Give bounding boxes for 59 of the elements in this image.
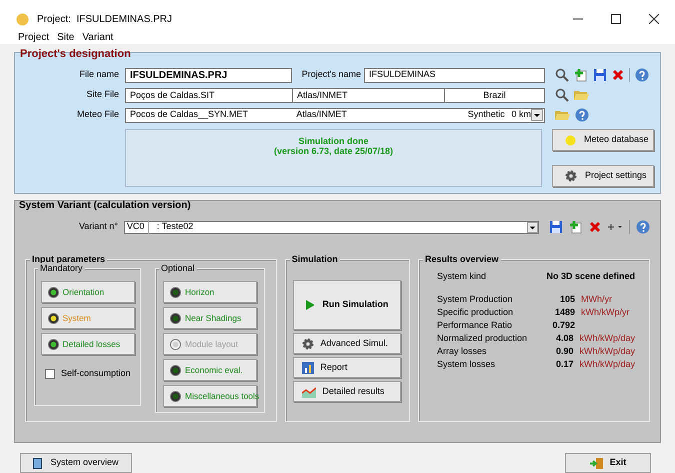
simulation-button[interactable]: Report (293, 357, 402, 378)
field-label: File name (78, 68, 120, 82)
project-button[interactable]: Project settings (552, 165, 654, 187)
result-label: System kind (437, 270, 486, 283)
field-label: Project's name (300, 68, 362, 82)
result-label: Array losses (437, 345, 488, 358)
result-value: 1489 (554, 306, 575, 320)
source-cell: Atlas/INMET (293, 88, 445, 102)
result-label: Performance Ratio (437, 319, 514, 332)
field-label: Meteo File (76, 108, 120, 122)
project-button[interactable]: Meteo database (552, 129, 654, 151)
parameter-button[interactable]: Orientation (40, 281, 134, 303)
meteo-file-dropdown[interactable]: Pocos de Caldas__SYN.MET Atlas/INMET Synthetic 0 km (125, 108, 545, 122)
simulation-button[interactable]: Advanced Simul. (293, 333, 402, 354)
variant-dropdown[interactable]: VC0 : Teste02 (124, 220, 539, 234)
field-label: Site File (85, 88, 120, 102)
project-name-field[interactable]: IFSULDEMINAS (364, 68, 545, 82)
panel-title: Project's designation (20, 47, 131, 61)
window-title: Project: IFSULDEMINAS.PRJ (37, 12, 172, 26)
status-text: (version 6.73, date 25/07/18) (274, 146, 394, 156)
group-title: Input parameters (30, 253, 108, 265)
system-overview-button[interactable]: System overview (20, 453, 132, 473)
group-title: Simulation (290, 253, 340, 265)
file-name-field[interactable]: IFSULDEMINAS.PRJ (125, 68, 292, 82)
result-unit: kWh/kWp/day (579, 358, 635, 372)
group-title: Results overview (423, 253, 501, 265)
parameter-button[interactable]: Horizon (163, 281, 257, 303)
result-unit: kWh/kWp/yr (581, 306, 630, 320)
result-value: 105 (558, 293, 575, 306)
parameter-button[interactable]: Detailed losses (40, 333, 134, 355)
site-file-cell: Poços de Caldas.SIT (126, 88, 293, 102)
result-label: System losses (437, 358, 496, 372)
field-label: Variant n° (78, 220, 119, 234)
result-unit: kWh/kWp/day (579, 345, 635, 358)
result-value: 0.792 (551, 319, 575, 332)
simulation-button[interactable]: Detailed results (293, 381, 402, 402)
result-unit: kWh/kWp/day (579, 332, 635, 346)
result-unit: MWh/yr (581, 293, 612, 306)
group-title: Mandatory (38, 263, 85, 274)
system-kind-value: No 3D scene defined (546, 270, 635, 283)
country-cell-text: Brazil (482, 88, 507, 102)
parameter-button[interactable]: Near Shadings (163, 307, 257, 329)
panel-title: System Variant (calculation version) (19, 199, 191, 212)
exit-button[interactable]: Exit (565, 453, 651, 473)
result-label: Normalized production (437, 332, 528, 346)
result-label: Specific production (437, 306, 514, 320)
status-text: Simulation done (298, 136, 368, 146)
result-value: 0.17 (554, 358, 574, 372)
menu-item[interactable]: Variant (82, 30, 114, 44)
result-value: 4.08 (554, 332, 574, 346)
parameter-button[interactable]: Miscellaneous tools (163, 385, 257, 407)
menu-item[interactable]: Project (18, 30, 50, 44)
parameter-button[interactable]: Economic eval. (163, 359, 257, 381)
checkbox-label: Self-consumption (61, 367, 131, 380)
run-simulation-button[interactable]: Run Simulation (293, 280, 402, 330)
group-title: Optional (159, 263, 197, 274)
menu-item[interactable]: Site (57, 30, 74, 44)
result-value: 0.90 (554, 345, 574, 358)
result-label: System Production (437, 293, 514, 306)
